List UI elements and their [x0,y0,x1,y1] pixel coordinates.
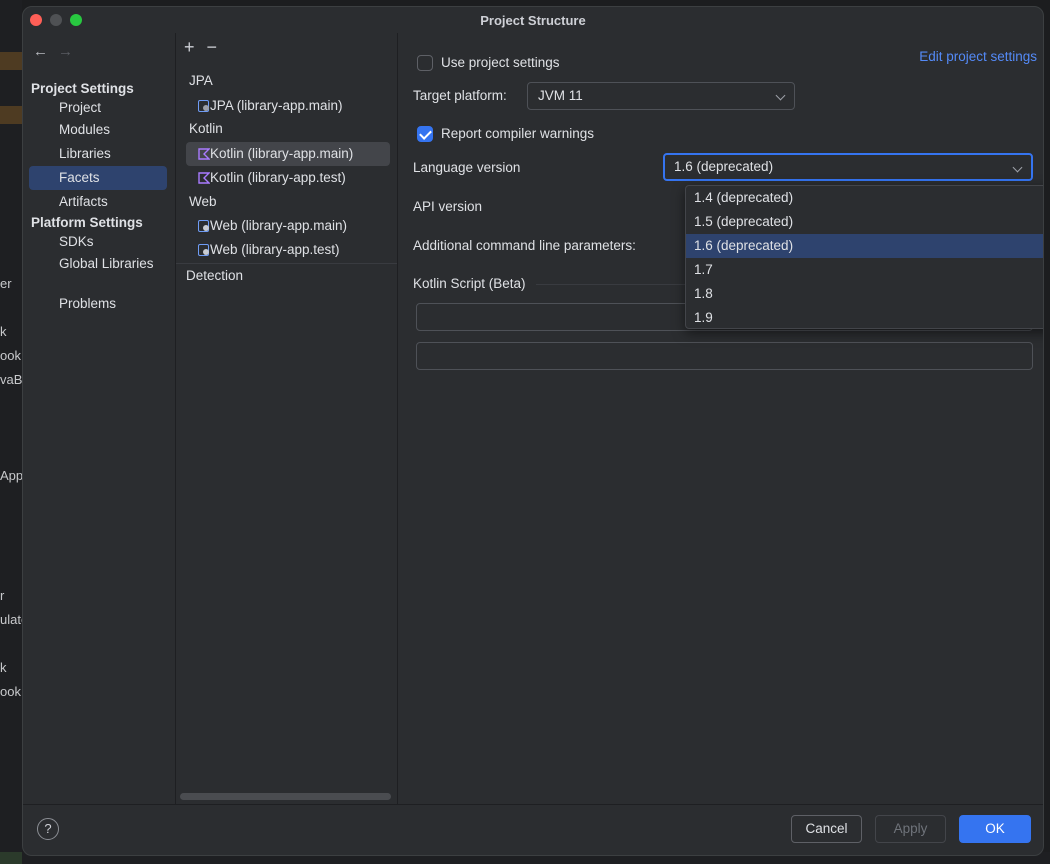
settings-sidebar: ← → Project Settings Project Modules Lib… [23,33,175,804]
background-text: k [0,660,7,675]
tree-group-jpa[interactable]: JPA [189,73,213,88]
apply-button[interactable]: Apply [875,815,946,843]
kotlin-icon [198,148,210,160]
report-compiler-warnings-checkbox[interactable] [417,126,433,142]
dropdown-option[interactable]: 1.7 [686,258,1043,282]
language-version-combo[interactable]: 1.6 (deprecated) [663,153,1033,181]
background-text: k [0,324,7,339]
language-version-value: 1.6 (deprecated) [674,159,774,174]
sidebar-item-project[interactable]: Project [29,96,167,120]
tree-separator [176,263,397,264]
api-version-label: API version [413,199,483,214]
sidebar-item-facets[interactable]: Facets [29,166,167,190]
dropdown-option[interactable]: 1.4 (deprecated) [686,186,1043,210]
dropdown-option[interactable]: 1.9 [686,306,1043,330]
tree-item-label: JPA (library-app.main) [210,98,343,113]
tree-item-web-main[interactable]: Web (library-app.main) [186,214,390,238]
web-facet-icon [198,244,209,256]
sidebar-item-global-libraries[interactable]: Global Libraries [29,252,167,276]
sidebar-item-problems[interactable]: Problems [29,292,167,316]
additional-params-label: Additional command line parameters: [413,238,636,253]
report-compiler-warnings-label: Report compiler warnings [441,126,595,141]
use-project-settings-checkbox[interactable] [417,55,433,71]
tree-item-jpa-main[interactable]: JPA (library-app.main) [186,94,390,118]
kotlin-script-section-title: Kotlin Script (Beta) [413,276,526,291]
platform-settings-header: Platform Settings [31,215,143,230]
background-text: App [0,468,22,483]
cancel-button[interactable]: Cancel [791,815,862,843]
background-highlight [0,852,22,864]
dropdown-option-selected[interactable]: 1.6 (deprecated) [686,234,1043,258]
background-text: er [0,276,12,291]
tree-group-web[interactable]: Web [189,194,217,209]
ok-button[interactable]: OK [959,815,1031,843]
target-platform-label: Target platform: [413,88,507,103]
background-highlight [0,52,22,70]
project-settings-header: Project Settings [31,81,134,96]
tree-group-kotlin[interactable]: Kotlin [189,121,223,136]
tree-item-label: Kotlin (library-app.main) [210,146,354,161]
navigation-arrows: ← → [33,43,73,60]
target-platform-value: JVM 11 [538,88,583,103]
detection-item[interactable]: Detection [186,268,243,283]
facets-tree-panel: + − JPA JPA (library-app.main) Kotlin Ko… [176,33,397,804]
tree-item-kotlin-test[interactable]: Kotlin (library-app.test) [186,166,390,190]
background-text: r [0,588,5,603]
window-title: Project Structure [480,13,586,28]
title-bar: Project Structure [23,7,1043,33]
tree-item-label: Web (library-app.main) [210,218,348,233]
background-text: vaB [0,372,22,387]
use-project-settings-label: Use project settings [441,55,560,70]
dropdown-option[interactable]: 1.5 (deprecated) [686,210,1043,234]
sidebar-item-sdks[interactable]: SDKs [29,230,167,254]
kotlin-script-field-2[interactable] [416,342,1033,370]
tree-item-label: Kotlin (library-app.test) [210,170,346,185]
background-highlight [0,106,22,124]
tree-item-label: Web (library-app.test) [210,242,340,257]
tree-item-kotlin-main[interactable]: Kotlin (library-app.main) [186,142,390,166]
jpa-facet-icon [198,100,209,112]
sidebar-item-modules[interactable]: Modules [29,118,167,142]
tree-item-web-test[interactable]: Web (library-app.test) [186,238,390,262]
language-version-label: Language version [413,160,521,175]
web-facet-icon [198,220,209,232]
remove-facet-button[interactable]: − [207,37,218,58]
sidebar-item-libraries[interactable]: Libraries [29,142,167,166]
help-button[interactable]: ? [37,818,59,840]
horizontal-scrollbar[interactable] [180,793,391,800]
forward-arrow-icon[interactable]: → [58,43,73,60]
language-version-dropdown: 1.4 (deprecated) 1.5 (deprecated) 1.6 (d… [685,185,1043,330]
background-editor-strip: er k ook vaB App r ulate k ook [0,0,22,864]
kotlin-facet-settings: Use project settings Edit project settin… [398,33,1043,804]
footer-divider [23,804,1043,805]
sidebar-item-artifacts[interactable]: Artifacts [29,190,167,214]
tree-toolbar: + − [184,37,217,58]
background-text: ook [0,684,21,699]
kotlin-icon [198,172,210,184]
add-facet-button[interactable]: + [184,37,195,58]
edit-project-settings-link[interactable]: Edit project settings [919,49,1037,64]
background-text: ulate [0,612,22,627]
back-arrow-icon[interactable]: ← [33,43,48,60]
chevron-down-icon [775,90,786,101]
chevron-down-icon [1012,162,1023,173]
project-structure-dialog: Project Structure ← → Project Settings P… [22,6,1044,856]
target-platform-combo[interactable]: JVM 11 [527,82,795,110]
background-text: ook [0,348,21,363]
dropdown-option[interactable]: 1.8 [686,282,1043,306]
